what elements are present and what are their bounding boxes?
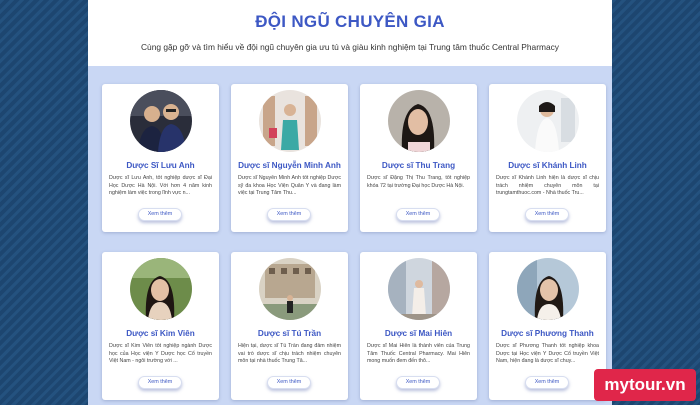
expert-description: Dược sĩ Đặng Thị Thu Trang, tốt nghiệp k…: [367, 175, 470, 189]
background-left: [0, 0, 88, 405]
expert-avatar: [130, 90, 192, 152]
expert-name[interactable]: Dược sĩ Kim Viên: [102, 329, 219, 338]
expert-card: Dược sĩ Tú Trần Hiện tại, dược sĩ Tú Trầ…: [231, 252, 348, 400]
background-right: [612, 0, 700, 405]
brand-logo: mytour.vn: [594, 369, 696, 401]
see-more-button[interactable]: Xem thêm: [396, 376, 440, 389]
expert-avatar: [259, 90, 321, 152]
expert-name[interactable]: Dược sĩ Khánh Linh: [489, 161, 606, 170]
expert-card: Dược sĩ Thu Trang Dược sĩ Đặng Thị Thu T…: [360, 84, 477, 232]
page-subtitle: Cùng gặp gỡ và tìm hiểu về đội ngũ chuyê…: [141, 42, 559, 52]
see-more-button[interactable]: Xem thêm: [525, 376, 569, 389]
expert-card: Dược sĩ Nguyễn Minh Anh Dược sĩ Nguyễn M…: [231, 84, 348, 232]
experts-page: ĐỘI NGŨ CHUYÊN GIA Cùng gặp gỡ và tìm hi…: [88, 0, 612, 405]
expert-avatar: [130, 258, 192, 320]
expert-name[interactable]: Dược sĩ Thu Trang: [360, 161, 477, 170]
expert-name[interactable]: Dược sĩ Mai Hiên: [360, 329, 477, 338]
see-more-button[interactable]: Xem thêm: [267, 376, 311, 389]
expert-card: Dược sĩ Kim Viên Dược sĩ Kim Viên tốt ng…: [102, 252, 219, 400]
expert-avatar: [517, 258, 579, 320]
expert-avatar: [259, 258, 321, 320]
see-more-button[interactable]: Xem thêm: [138, 208, 182, 221]
see-more-button[interactable]: Xem thêm: [267, 208, 311, 221]
expert-grid: Dược Sĩ Lưu Anh Dược sĩ Lưu Anh, tốt ngh…: [102, 84, 607, 400]
page-title: ĐỘI NGŨ CHUYÊN GIA: [255, 12, 445, 31]
expert-card: Dược Sĩ Lưu Anh Dược sĩ Lưu Anh, tốt ngh…: [102, 84, 219, 232]
expert-card: Dược sĩ Mai Hiên Dược sĩ Mai Hiên là thà…: [360, 252, 477, 400]
see-more-button[interactable]: Xem thêm: [138, 376, 182, 389]
expert-description: Hiện tại, dược sĩ Tú Trần đang đảm nhiệm…: [238, 343, 341, 365]
expert-name[interactable]: Dược sĩ Nguyễn Minh Anh: [231, 161, 348, 170]
expert-avatar: [388, 258, 450, 320]
expert-avatar: [388, 90, 450, 152]
see-more-button[interactable]: Xem thêm: [396, 208, 440, 221]
expert-description: Dược sĩ Phương Thanh tốt nghiệp khoa Dượ…: [496, 343, 599, 365]
expert-name[interactable]: Dược sĩ Phương Thanh: [489, 329, 606, 338]
section-header: ĐỘI NGŨ CHUYÊN GIA Cùng gặp gỡ và tìm hi…: [88, 0, 612, 66]
expert-description: Dược sĩ Nguyễn Minh Anh tốt nghiệp Dược …: [238, 175, 341, 197]
expert-avatar: [517, 90, 579, 152]
expert-description: Dược sĩ Lưu Anh, tốt nghiệp dược sĩ Đại …: [109, 175, 212, 197]
expert-description: Dược sĩ Khánh Linh hiện là dược sĩ chịu …: [496, 175, 599, 197]
expert-name[interactable]: Dược sĩ Tú Trần: [231, 329, 348, 338]
expert-description: Dược sĩ Mai Hiên là thành viên của Trung…: [367, 343, 470, 365]
see-more-button[interactable]: Xem thêm: [525, 208, 569, 221]
expert-description: Dược sĩ Kim Viên tốt nghiệp ngành Dược h…: [109, 343, 212, 365]
expert-name[interactable]: Dược Sĩ Lưu Anh: [102, 161, 219, 170]
expert-card: Dược sĩ Phương Thanh Dược sĩ Phương Than…: [489, 252, 606, 400]
expert-card: Dược sĩ Khánh Linh Dược sĩ Khánh Linh hi…: [489, 84, 606, 232]
